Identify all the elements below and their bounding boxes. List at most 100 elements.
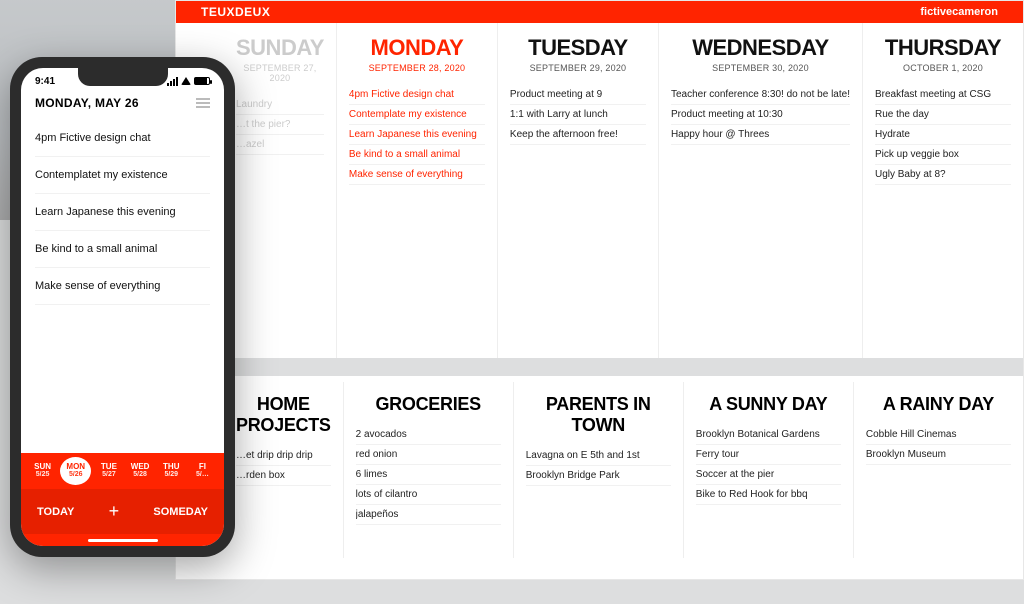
list-row: HOME PROJECTS …et drip drip drip…rden box… <box>176 358 1023 558</box>
day-date: SEPTEMBER 30, 2020 <box>671 63 850 73</box>
day-date: SEPTEMBER 28, 2020 <box>349 63 485 73</box>
phone-screen: 9:41 MONDAY, MAY 26 4pm Fictive design c… <box>21 68 224 546</box>
day-date: SEPTEMBER 27, 2020 <box>236 63 324 83</box>
task-item[interactable]: Pick up veggie box <box>875 145 1011 165</box>
task-item[interactable]: Product meeting at 10:30 <box>671 105 850 125</box>
app-header: MONDAY, MAY 26 <box>21 90 224 120</box>
day-name: SUNDAY <box>236 35 324 61</box>
task-list: Breakfast meeting at CSGRue the dayHydra… <box>875 85 1011 358</box>
user-menu[interactable]: fictivecameron <box>920 6 998 18</box>
task-item[interactable]: Be kind to a small animal <box>349 145 485 165</box>
task-list: Cobble Hill CinemasBrooklyn Museum <box>866 425 1011 558</box>
list-title[interactable]: A RAINY DAY <box>866 394 1011 415</box>
day-pill[interactable]: MON5/26 <box>60 457 91 485</box>
list-column: A RAINY DAY Cobble Hill CinemasBrooklyn M… <box>854 382 1023 558</box>
app-title: MONDAY, MAY 26 <box>35 96 139 110</box>
list-item[interactable]: Brooklyn Bridge Park <box>526 466 671 486</box>
day-column: TUESDAY SEPTEMBER 29, 2020 Product meeting… <box>498 23 659 358</box>
list-item[interactable]: red onion <box>356 445 501 465</box>
list-title[interactable]: HOME PROJECTS <box>236 394 331 436</box>
day-pill[interactable]: THU5/29 <box>156 463 187 479</box>
menu-icon[interactable] <box>196 98 210 108</box>
list-column: A SUNNY DAY Brooklyn Botanical GardensFer… <box>684 382 854 558</box>
task-item[interactable]: Laundry <box>236 95 324 115</box>
day-column: WEDNESDAYSEPTEMBER 30, 2020 Teacher confe… <box>659 23 863 358</box>
task-item[interactable]: Learn Japanese this evening <box>349 125 485 145</box>
desktop-app: TEUXDEUX fictivecameron SUNDAYSEPTEMBER … <box>175 0 1024 580</box>
status-time: 9:41 <box>35 76 55 87</box>
task-item[interactable]: 1:1 with Larry at lunch <box>510 105 646 125</box>
phone-task-item[interactable]: Contemplatet my existence <box>35 157 210 194</box>
day-name: MONDAY <box>349 35 485 61</box>
task-list: Product meeting at 91:1 with Larry at lu… <box>510 85 646 358</box>
day-date: OCTOBER 1, 2020 <box>875 63 1011 73</box>
task-item[interactable]: Hydrate <box>875 125 1011 145</box>
phone-task-item[interactable]: 4pm Fictive design chat <box>35 120 210 157</box>
day-pill[interactable]: TUE5/27 <box>93 463 124 479</box>
task-item[interactable]: Product meeting at 9 <box>510 85 646 105</box>
day-header: TUESDAY SEPTEMBER 29, 2020 <box>510 35 646 73</box>
add-button[interactable]: + <box>74 501 153 522</box>
list-item[interactable]: Brooklyn Botanical Gardens <box>696 425 841 445</box>
list-item[interactable]: Brooklyn Museum <box>866 445 1011 465</box>
list-title[interactable]: A SUNNY DAY <box>696 394 841 415</box>
phone-notch <box>78 68 168 86</box>
task-list: …et drip drip drip…rden box <box>236 446 331 558</box>
home-indicator <box>21 534 224 546</box>
list-item[interactable]: Lavagna on E 5th and 1st <box>526 446 671 466</box>
list-item[interactable]: lots of cilantro <box>356 485 501 505</box>
task-item[interactable]: Breakfast meeting at CSG <box>875 85 1011 105</box>
list-item[interactable]: 2 avocados <box>356 425 501 445</box>
phone-mockup: 9:41 MONDAY, MAY 26 4pm Fictive design c… <box>10 57 235 557</box>
list-item[interactable]: …rden box <box>236 466 331 486</box>
phone-task-item[interactable]: Make sense of everything <box>35 268 210 305</box>
list-item[interactable]: jalapeños <box>356 505 501 525</box>
day-pill[interactable]: SUN5/25 <box>27 463 58 479</box>
day-pill[interactable]: WED5/28 <box>125 463 156 479</box>
list-title[interactable]: GROCERIES <box>356 394 501 415</box>
task-item[interactable]: …azel <box>236 135 324 155</box>
list-item[interactable]: Soccer at the pier <box>696 465 841 485</box>
task-list: Laundry…t the pier?…azel <box>236 95 324 358</box>
task-item[interactable]: …t the pier? <box>236 115 324 135</box>
day-name: TUESDAY <box>510 35 646 61</box>
list-item[interactable]: Bike to Red Hook for bbq <box>696 485 841 505</box>
day-header: SUNDAYSEPTEMBER 27, 2020 <box>236 35 324 83</box>
task-item[interactable]: 4pm Fictive design chat <box>349 85 485 105</box>
task-list: 2 avocadosred onion6 limeslots of cilant… <box>356 425 501 558</box>
day-header: MONDAY SEPTEMBER 28, 2020 <box>349 35 485 73</box>
brand: TEUXDEUX <box>201 5 270 19</box>
phone-task-item[interactable]: Learn Japanese this evening <box>35 194 210 231</box>
task-list: 4pm Fictive design chatContemplate my ex… <box>349 85 485 358</box>
day-name: THURSDAY <box>875 35 1011 61</box>
someday-button[interactable]: SOMEDAY <box>153 506 208 518</box>
list-column: GROCERIES 2 avocadosred onion6 limeslots … <box>344 382 514 558</box>
task-list: Teacher conference 8:30! do not be late!… <box>671 85 850 358</box>
task-list: Lavagna on E 5th and 1stBrooklyn Bridge … <box>526 446 671 558</box>
desktop-header: TEUXDEUX fictivecameron <box>176 1 1023 23</box>
task-item[interactable]: Rue the day <box>875 105 1011 125</box>
day-header: WEDNESDAYSEPTEMBER 30, 2020 <box>671 35 850 73</box>
day-pill[interactable]: FI5/… <box>187 463 218 479</box>
day-column: THURSDAY OCTOBER 1, 2020 Breakfast meeting… <box>863 23 1023 358</box>
today-button[interactable]: TODAY <box>37 506 74 518</box>
battery-icon <box>194 77 210 85</box>
day-header: THURSDAY OCTOBER 1, 2020 <box>875 35 1011 73</box>
list-item[interactable]: 6 limes <box>356 465 501 485</box>
wifi-icon <box>181 77 191 85</box>
task-item[interactable]: Ugly Baby at 8? <box>875 165 1011 185</box>
task-item[interactable]: Contemplate my existence <box>349 105 485 125</box>
list-item[interactable]: …et drip drip drip <box>236 446 331 466</box>
list-title[interactable]: PARENTS IN TOWN <box>526 394 671 436</box>
task-item[interactable]: Keep the afternoon free! <box>510 125 646 145</box>
task-item[interactable]: Happy hour @ Threes <box>671 125 850 145</box>
phone-task-item[interactable]: Be kind to a small animal <box>35 231 210 268</box>
task-item[interactable]: Make sense of everything <box>349 165 485 185</box>
day-date: SEPTEMBER 29, 2020 <box>510 63 646 73</box>
list-item[interactable]: Ferry tour <box>696 445 841 465</box>
bottom-bar: TODAY + SOMEDAY <box>21 489 224 534</box>
task-item[interactable]: Teacher conference 8:30! do not be late! <box>671 85 850 105</box>
week-row: SUNDAYSEPTEMBER 27, 2020 Laundry…t the pi… <box>176 23 1023 358</box>
phone-task-list: 4pm Fictive design chatContemplatet my e… <box>21 120 224 453</box>
list-item[interactable]: Cobble Hill Cinemas <box>866 425 1011 445</box>
